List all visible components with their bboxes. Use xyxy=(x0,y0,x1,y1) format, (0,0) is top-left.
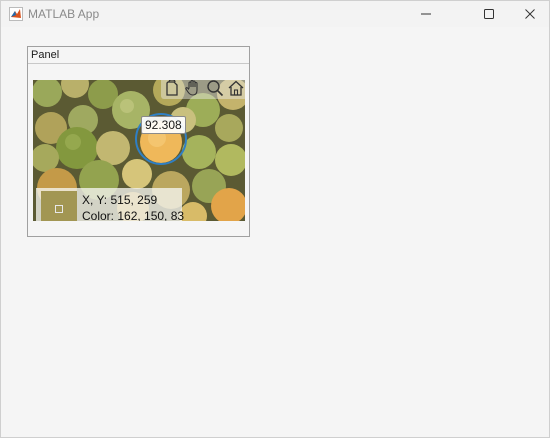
panel: Panel 92.308 X, Y: 515, 259 Color: 162, … xyxy=(27,46,250,237)
app-window: MATLAB App Panel 92.308 X, Y: 515, 259 C… xyxy=(0,0,550,438)
minimize-icon xyxy=(421,13,431,15)
pixel-coordinates: X, Y: 515, 259 xyxy=(82,193,158,207)
maximize-button[interactable] xyxy=(466,1,512,27)
matlab-logo-icon xyxy=(9,7,23,21)
maximize-icon xyxy=(484,9,494,19)
zoom-icon[interactable] xyxy=(206,80,224,97)
image-viewer[interactable]: 92.308 X, Y: 515, 259 Color: 162, 150, 8… xyxy=(33,80,245,221)
title-bar[interactable]: MATLAB App xyxy=(1,1,549,27)
panel-title: Panel xyxy=(28,47,249,64)
home-icon[interactable] xyxy=(227,80,245,97)
swatch-pixel-marker xyxy=(55,205,63,213)
export-icon[interactable] xyxy=(163,80,181,97)
axes-toolbar xyxy=(161,80,245,99)
color-swatch xyxy=(41,191,77,221)
pixel-color-value: Color: 162, 150, 83 xyxy=(82,209,185,221)
pixel-info-panel: X, Y: 515, 259 Color: 162, 150, 83 xyxy=(36,188,185,221)
pan-hand-icon[interactable] xyxy=(184,80,202,97)
minimize-button[interactable] xyxy=(403,1,449,27)
window-title: MATLAB App xyxy=(28,7,100,21)
close-button[interactable] xyxy=(507,1,550,27)
datatip: 92.308 xyxy=(141,116,186,134)
close-icon xyxy=(525,9,535,19)
